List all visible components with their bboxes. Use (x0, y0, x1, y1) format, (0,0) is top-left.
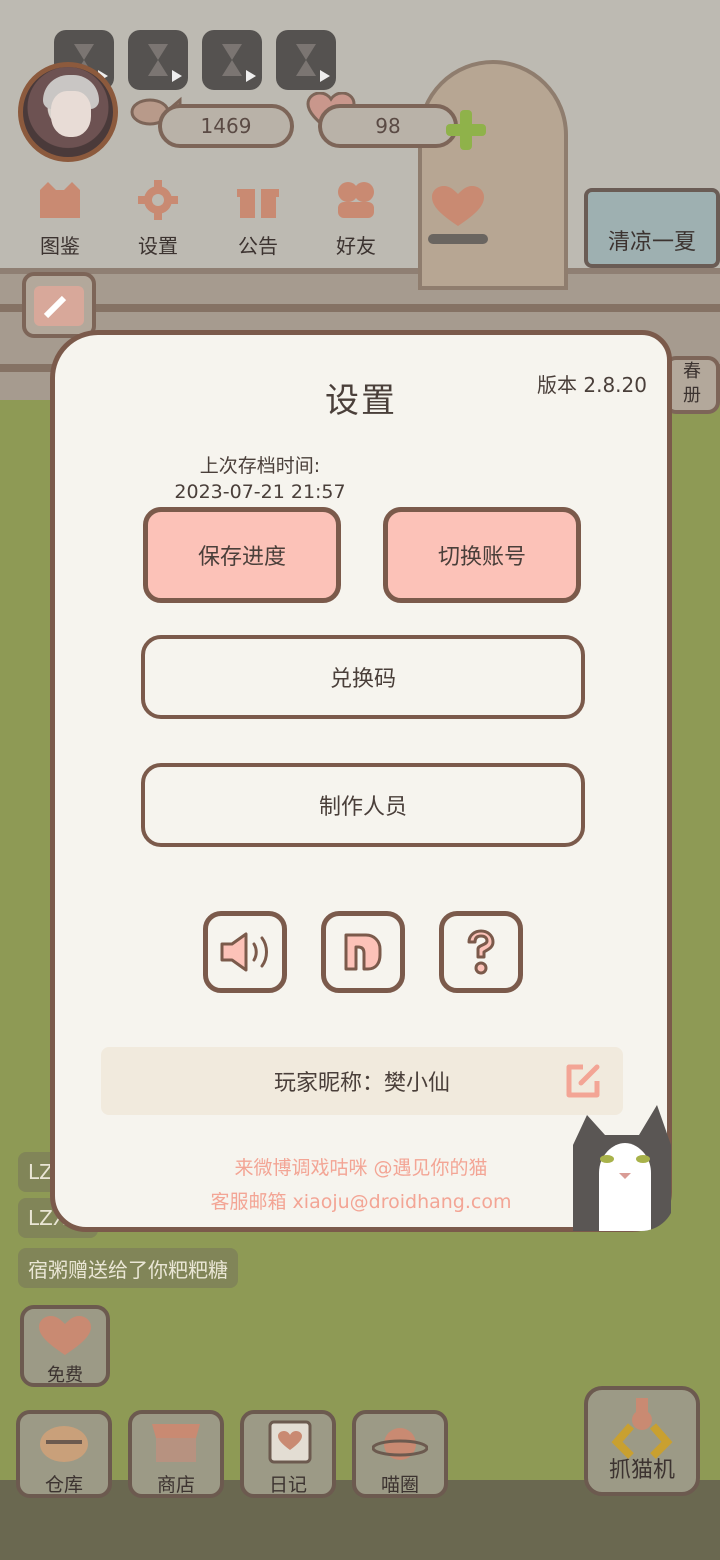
redeem-code-label: 兑换码 (329, 667, 396, 692)
claw-machine-button[interactable]: 抓猫机 (584, 1386, 700, 1496)
claw-machine-label: 抓猫机 (608, 1458, 675, 1483)
credits-button[interactable]: 制作人员 (141, 763, 585, 847)
tab-meow-circle[interactable]: 喵圈 (352, 1410, 448, 1498)
hourglass-icon (222, 44, 242, 76)
last-save-time: 2023-07-21 21:57 (174, 481, 346, 503)
help-question-icon (467, 929, 495, 975)
event-banner-label: 清凉一夏 (607, 230, 696, 255)
heart-mail-icon[interactable] (426, 184, 490, 244)
cat-head-icon (40, 182, 80, 218)
chat-message: 宿粥赠送给了你粑粑糖 (18, 1248, 238, 1288)
nickname-text: 玩家昵称：樊小仙 (273, 1071, 450, 1096)
redeem-code-button[interactable]: 兑换码 (141, 635, 585, 719)
nav-label: 设置 (138, 234, 178, 258)
timer-slot-2[interactable] (128, 30, 188, 90)
door-arch (418, 60, 568, 290)
friends-icon (338, 182, 374, 218)
timer-slot-4[interactable] (276, 30, 336, 90)
nickname-bar: 玩家昵称：樊小仙 (101, 1047, 623, 1115)
timer-slot-3[interactable] (202, 30, 262, 90)
settings-dialog: 设置 版本 2.8.20 上次存档时间: 2023-07-21 21:57 保存… (50, 330, 672, 1232)
hourglass-icon (148, 44, 168, 76)
cat-planet-icon (371, 1428, 429, 1460)
last-save-label: 上次存档时间: (199, 455, 321, 477)
diary-icon (268, 1420, 312, 1464)
claw-icon (611, 1398, 673, 1459)
nav-item-friends[interactable]: 好友 (316, 180, 396, 259)
event-banner[interactable]: 清凉一夏 (584, 188, 720, 268)
credits-label: 制作人员 (318, 795, 407, 820)
heart-counter: 98 (318, 104, 458, 148)
sound-toggle-button[interactable] (203, 911, 287, 993)
chat-message-text: 宿粥赠送给了你粑粑糖 (28, 1257, 228, 1282)
tab-label: 日记 (268, 1474, 307, 1496)
cat-photo (573, 1105, 671, 1231)
side-notebook-button[interactable]: 春 册 (664, 356, 720, 414)
play-icon (320, 70, 330, 82)
switch-account-button[interactable]: 切换账号 (383, 507, 581, 603)
shop-icon (152, 1424, 200, 1462)
music-toggle-button[interactable] (321, 911, 405, 993)
coin-count: 1469 (200, 114, 252, 138)
player-avatar[interactable] (18, 62, 118, 162)
nav-item-settings[interactable]: 设置 (118, 180, 198, 259)
free-gift-button[interactable]: 免费 (20, 1305, 110, 1387)
tab-label: 仓库 (44, 1474, 83, 1496)
hourglass-icon (296, 44, 316, 76)
speaker-icon (220, 932, 268, 972)
tab-shop[interactable]: 商店 (128, 1410, 224, 1498)
music-note-icon (344, 933, 382, 971)
tab-warehouse[interactable]: 仓库 (16, 1410, 112, 1498)
gear-icon (138, 180, 178, 220)
tab-diary[interactable]: 日记 (240, 1410, 336, 1498)
heart-icon (39, 1316, 91, 1355)
gift-icon (237, 189, 279, 218)
heart-count: 98 (375, 114, 401, 138)
calendar-icon[interactable] (22, 272, 96, 338)
play-icon (246, 70, 256, 82)
switch-account-label: 切换账号 (437, 545, 526, 570)
side-notebook-label-bottom: 册 (683, 385, 701, 406)
tab-label: 商店 (156, 1474, 195, 1496)
last-save-info: 上次存档时间: 2023-07-21 21:57 (155, 453, 365, 505)
edit-icon[interactable] (563, 1061, 603, 1101)
nav-item-announcement[interactable]: 公告 (218, 180, 298, 259)
nav-label: 公告 (238, 234, 278, 258)
nav-label: 好友 (336, 234, 376, 258)
nav-item-collection[interactable]: 图鉴 (20, 180, 100, 259)
play-icon (172, 70, 182, 82)
nav-label: 图鉴 (40, 234, 80, 258)
save-progress-label: 保存进度 (197, 545, 286, 570)
bun-icon (40, 1426, 88, 1462)
free-gift-label: 免费 (47, 1365, 83, 1386)
version-label: 版本 2.8.20 (537, 373, 647, 397)
tab-label: 喵圈 (380, 1474, 419, 1496)
save-progress-button[interactable]: 保存进度 (143, 507, 341, 603)
coin-counter: 1469 (158, 104, 294, 148)
side-notebook-label-top: 春 (683, 361, 701, 382)
add-hearts-plus-icon[interactable] (446, 110, 486, 150)
help-button[interactable] (439, 911, 523, 993)
